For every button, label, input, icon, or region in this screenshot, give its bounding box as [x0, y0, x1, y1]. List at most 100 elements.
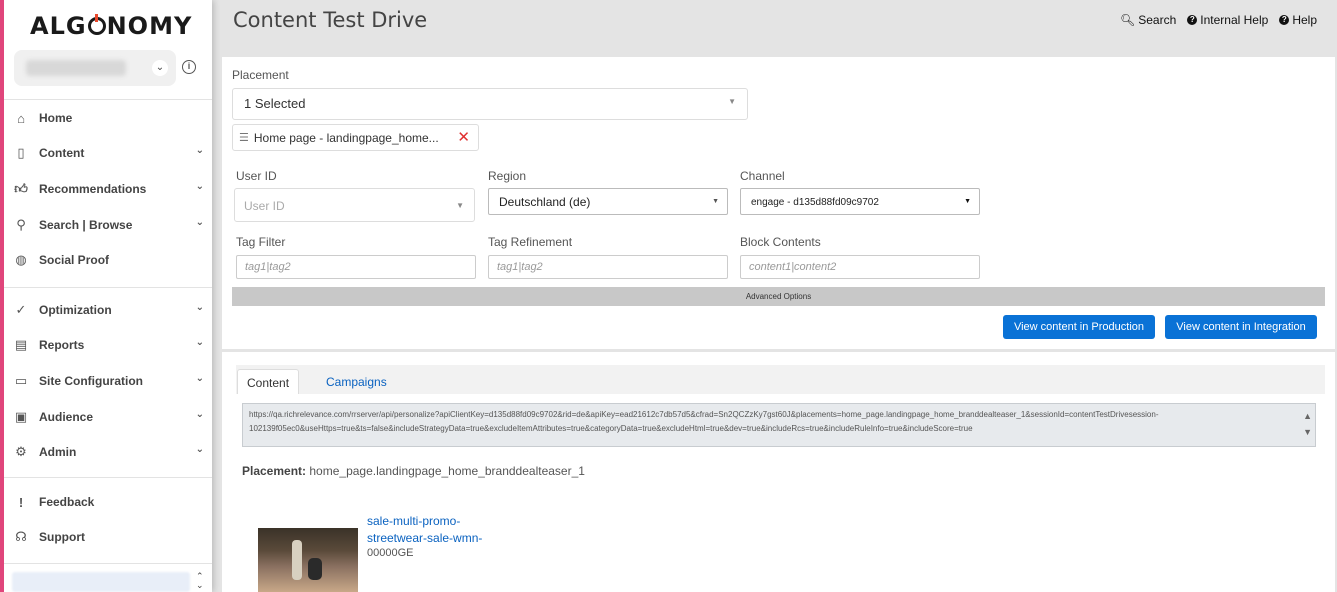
sidebar-item-label: Optimization: [39, 303, 112, 317]
globe-icon: ◍: [15, 252, 27, 267]
block-contents-input[interactable]: content1|content2: [740, 255, 980, 279]
sidebar-item-support[interactable]: ☊ Support: [14, 526, 204, 548]
sidebar-item-feedback[interactable]: ! Feedback: [14, 491, 204, 513]
report-icon: ▤: [14, 337, 28, 352]
tag-refinement-input[interactable]: tag1|tag2: [488, 255, 728, 279]
scroll-arrows-icon[interactable]: ▲ ▼: [1303, 408, 1312, 440]
help-link[interactable]: ? Help: [1279, 13, 1317, 27]
sidebar-item-label: Social Proof: [39, 253, 110, 267]
region-select-value: Deutschland (de): [499, 195, 591, 209]
test-drive-form: Placement 1 Selected ▼ ☰ Home page - lan…: [222, 57, 1335, 349]
tab-content[interactable]: Content: [237, 369, 300, 394]
product-id: 00000GE: [367, 547, 414, 559]
sidebar-item-label: Search | Browse: [39, 218, 133, 232]
search-icon: 🔍︎: [1120, 13, 1136, 27]
info-icon[interactable]: i: [182, 60, 196, 74]
chevron-down-icon: ⌄: [195, 217, 204, 228]
account-selector[interactable]: ⌄: [14, 50, 176, 86]
placement-label: Placement: [232, 68, 289, 82]
region-label: Region: [488, 169, 527, 183]
question-icon: ?: [1279, 15, 1290, 25]
sidebar-item-content[interactable]: ▯ Content ⌄: [14, 142, 204, 164]
drag-handle-icon[interactable]: ☰: [239, 131, 249, 144]
tag-filter-input[interactable]: tag1|tag2: [236, 255, 476, 279]
logo-text-2: NOMY: [106, 12, 193, 40]
block-contents-label: Block Contents: [740, 235, 821, 249]
window-icon: ▭: [14, 373, 28, 388]
view-production-button[interactable]: View content in Production: [1003, 315, 1155, 339]
tag-filter-placeholder: tag1|tag2: [245, 261, 291, 273]
block-contents-placeholder: content1|content2: [749, 261, 837, 273]
results-tabs: Content Campaigns: [236, 365, 1325, 394]
tag-refinement-placeholder: tag1|tag2: [497, 261, 543, 273]
internal-help-link[interactable]: ? Internal Help: [1187, 13, 1268, 27]
thumbnail-figure: [292, 540, 302, 580]
chevron-down-icon: ⌄: [195, 145, 204, 156]
sidebar-item-label: Reports: [39, 338, 85, 352]
request-url-text: https://qa.richrelevance.com/rrserver/ap…: [249, 410, 1159, 433]
logo-power-icon: [87, 14, 106, 35]
user-id-select[interactable]: User ID ▼: [234, 188, 475, 222]
account-name-redacted: [26, 60, 126, 76]
sidebar-item-label: Feedback: [39, 495, 95, 509]
algonomy-logo[interactable]: ALG NOMY: [30, 12, 192, 40]
thumbnail-figure: [308, 558, 322, 580]
top-links: 🔍︎ Search ? Internal Help ? Help: [1120, 13, 1317, 27]
placement-result-prefix: Placement:: [242, 464, 307, 478]
dropdown-arrow-icon: ▼: [456, 201, 464, 210]
site-selector-redacted[interactable]: [12, 572, 190, 592]
help-label: Help: [1292, 13, 1317, 27]
product-link-line-2: streetwear-sale-wmn-: [367, 531, 483, 545]
remove-icon[interactable]: ✕: [457, 128, 470, 146]
sidebar-item-label: Home: [39, 111, 73, 125]
sidebar-item-site-configuration[interactable]: ▭ Site Configuration ⌄: [14, 370, 204, 392]
sidebar-item-reports[interactable]: ▤ Reports ⌄: [14, 334, 204, 356]
view-integration-button[interactable]: View content in Integration: [1165, 315, 1317, 339]
results-panel: Content Campaigns https://qa.richrelevan…: [222, 352, 1335, 592]
divider: [4, 477, 212, 478]
sidebar-item-recommendations[interactable]: 👍︎ Recommendations ⌄: [14, 178, 204, 200]
advanced-options-toggle[interactable]: Advanced Options: [232, 287, 1325, 306]
chevron-down-icon: ⌄: [195, 444, 204, 455]
chevron-down-icon: ⌄: [195, 409, 204, 420]
placement-chip[interactable]: ☰ Home page - landingpage_home... ✕: [232, 124, 479, 151]
sidebar-item-label: Site Configuration: [39, 374, 143, 388]
search-link[interactable]: 🔍︎ Search: [1120, 13, 1176, 27]
page-title: Content Test Drive: [233, 8, 428, 32]
placement-select[interactable]: 1 Selected ▼: [232, 88, 748, 120]
sidebar-item-admin[interactable]: ⚙ Admin ⌄: [14, 441, 204, 463]
sidebar-item-home[interactable]: ⌂ Home: [14, 107, 204, 129]
channel-label: Channel: [740, 169, 785, 183]
product-link[interactable]: sale-multi-promo- streetwear-sale-wmn-: [367, 513, 482, 547]
dropdown-arrow-icon: ▼: [728, 97, 736, 106]
admin-gear-icon: ⚙: [15, 444, 27, 459]
divider: [4, 99, 212, 100]
channel-select[interactable]: engage - d135d88fd09c9702 ▼: [740, 188, 980, 215]
clipboard-icon: ▯: [17, 145, 25, 160]
request-url-textarea[interactable]: https://qa.richrelevance.com/rrserver/ap…: [242, 403, 1316, 447]
up-down-caret-icon[interactable]: ⌃ ⌄: [196, 572, 204, 590]
headset-icon: ☊: [15, 529, 27, 544]
placement-chip-label: Home page - landingpage_home...: [253, 130, 439, 145]
tag-refinement-label: Tag Refinement: [488, 235, 573, 249]
placement-select-value: 1 Selected: [244, 96, 306, 111]
sidebar-item-label: Audience: [39, 410, 94, 424]
question-icon: ?: [1187, 15, 1198, 25]
user-id-label: User ID: [236, 169, 277, 183]
sidebar-item-label: Admin: [39, 445, 77, 459]
sidebar-item-search-browse[interactable]: ⚲ Search | Browse ⌄: [14, 214, 204, 236]
sidebar-item-optimization[interactable]: ✓ Optimization ⌄: [14, 299, 204, 321]
sidebar-item-label: Support: [39, 530, 85, 544]
sidebar-item-social-proof[interactable]: ◍ Social Proof: [14, 249, 204, 271]
region-select[interactable]: Deutschland (de) ▼: [488, 188, 728, 215]
sidebar-item-audience[interactable]: ▣ Audience ⌄: [14, 406, 204, 428]
chevron-down-icon: ⌄: [195, 337, 204, 348]
check-plus-icon: ✓: [15, 302, 27, 317]
tab-campaigns[interactable]: Campaigns: [317, 369, 396, 394]
product-thumbnail[interactable]: [258, 528, 358, 592]
placement-result-value: home_page.landingpage_home_branddealteas…: [309, 464, 585, 478]
chevron-down-icon: ⌄: [195, 302, 204, 313]
dropdown-arrow-icon: ▼: [712, 198, 719, 205]
user-id-placeholder: User ID: [244, 199, 285, 213]
divider: [4, 287, 212, 288]
